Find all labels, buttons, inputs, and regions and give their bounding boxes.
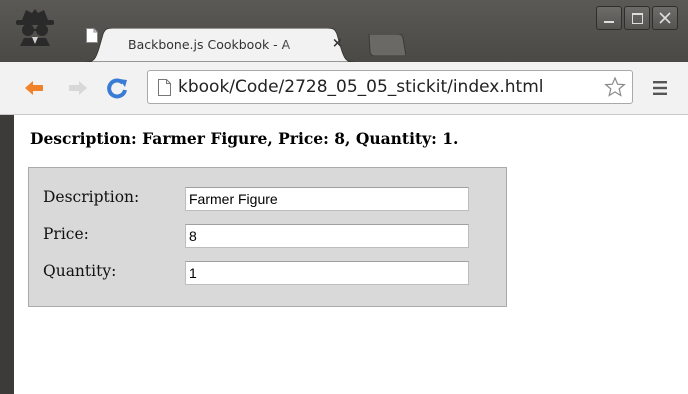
price-input[interactable] bbox=[185, 224, 469, 248]
browser-window: Backbone.js Cookbook - A × kbook/Code/27… bbox=[0, 0, 688, 394]
back-arrow-icon[interactable] bbox=[24, 78, 44, 98]
star-icon[interactable] bbox=[604, 76, 626, 98]
maximize-button[interactable] bbox=[624, 6, 650, 30]
close-window-button[interactable] bbox=[652, 6, 678, 30]
minimize-button[interactable] bbox=[596, 6, 622, 30]
forward-arrow-icon[interactable] bbox=[68, 78, 88, 98]
new-tab-button[interactable] bbox=[366, 34, 406, 56]
page-icon bbox=[158, 79, 171, 96]
product-form: Description: Price: Quantity: bbox=[28, 167, 507, 307]
menu-icon[interactable] bbox=[652, 80, 668, 96]
address-bar[interactable]: kbook/Code/2728_05_05_stickit/index.html bbox=[147, 70, 633, 104]
toolbar: kbook/Code/2728_05_05_stickit/index.html bbox=[0, 62, 688, 115]
tab-title-fade bbox=[282, 34, 318, 58]
page-heading: Description: Farmer Figure, Price: 8, Qu… bbox=[30, 129, 459, 148]
description-label: Description: bbox=[43, 188, 140, 206]
page-content: Description: Farmer Figure, Price: 8, Qu… bbox=[14, 115, 688, 394]
page-icon bbox=[86, 28, 98, 43]
quantity-label: Quantity: bbox=[43, 262, 117, 280]
browser-tab[interactable]: Backbone.js Cookbook - A × bbox=[86, 28, 366, 62]
tab-close-button[interactable]: × bbox=[332, 36, 343, 51]
description-input[interactable] bbox=[185, 187, 469, 211]
window-controls bbox=[594, 6, 678, 30]
price-label: Price: bbox=[43, 225, 89, 243]
title-bar: Backbone.js Cookbook - A × bbox=[0, 0, 688, 62]
url-text[interactable]: kbook/Code/2728_05_05_stickit/index.html bbox=[178, 77, 543, 97]
reload-icon[interactable] bbox=[106, 77, 128, 99]
quantity-input[interactable] bbox=[185, 261, 469, 285]
incognito-icon bbox=[16, 9, 54, 46]
